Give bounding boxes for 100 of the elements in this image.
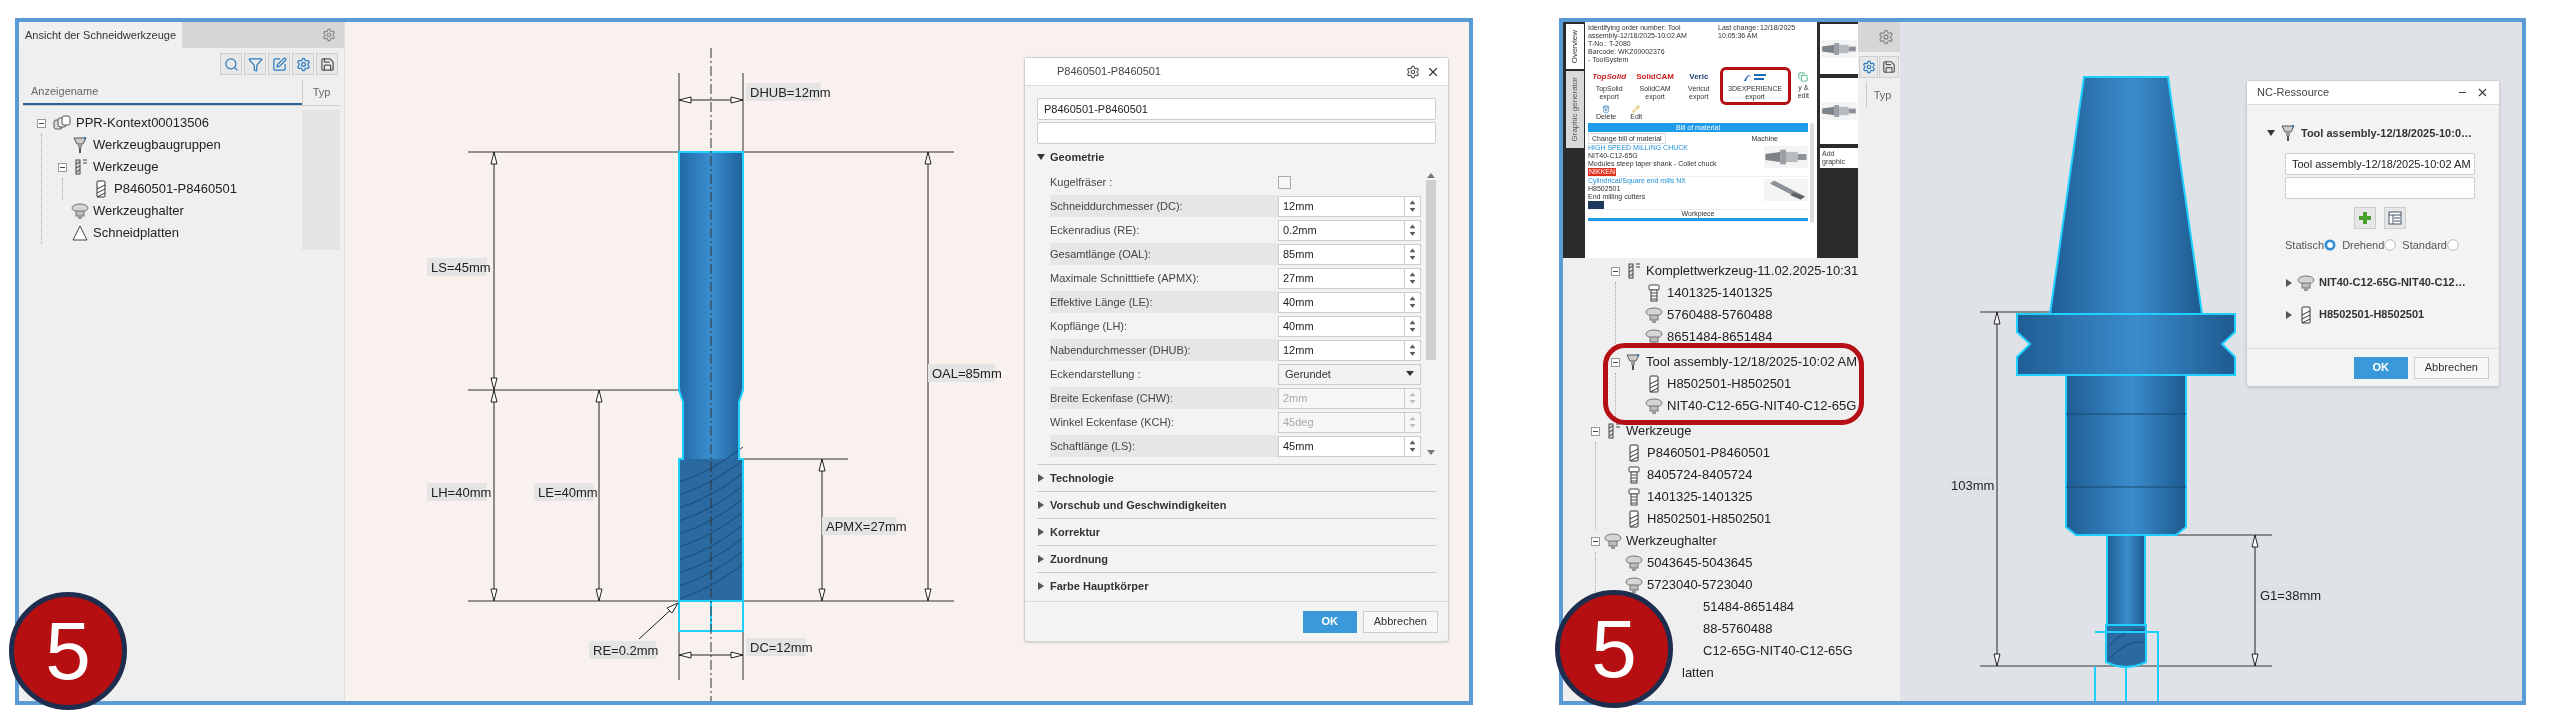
collapse-icon[interactable] [37, 118, 46, 128]
field-label: Effektive Länge (LE): [1050, 294, 1153, 310]
tree-item[interactable]: Werkzeuge [1626, 421, 1692, 441]
tree-item[interactable]: 1401325-1401325 [1647, 487, 1753, 507]
field-label: Kopflänge (LH): [1050, 318, 1128, 334]
tree-item[interactable]: Werkzeuge [93, 157, 159, 177]
column-header[interactable]: Typ [1866, 82, 1898, 108]
tree-item[interactable]: C12-65G-NIT40-C12-65G [1703, 641, 1853, 661]
column-header[interactable]: Anzeigename [23, 80, 302, 105]
description-field[interactable] [2285, 177, 2475, 199]
section-header[interactable]: Korrektur [1037, 519, 1101, 545]
caret-icon [1406, 371, 1414, 377]
cancel-button[interactable]: Abbrechen [1362, 610, 1438, 633]
settings-icon [1861, 60, 1876, 74]
name-field[interactable]: Tool assembly-12/18/2025-10:02 AM [2285, 153, 2475, 175]
edit-columns-button[interactable] [268, 53, 290, 75]
field-label: Winkel Eckenfase (KCH): [1050, 414, 1175, 430]
number-field[interactable]: 12mm [1278, 195, 1421, 217]
tree-item[interactable]: NIT40-C12-65G-NIT40-C12… [2319, 274, 2466, 291]
number-field[interactable]: 0.2mm [1278, 219, 1421, 241]
dimension-label: 103mm [1947, 476, 1995, 494]
tree-item[interactable]: Werkzeughalter [1626, 531, 1717, 551]
scrollbar[interactable] [1810, 123, 1814, 223]
tree-item[interactable]: 88-5760488 [1703, 619, 1773, 639]
number-field[interactable]: 27mm [1278, 267, 1421, 289]
field-label: Gesamtlänge (OAL): [1050, 246, 1151, 262]
section-header[interactable]: Zuordnung [1037, 546, 1109, 572]
tree-item[interactable]: latten [1682, 663, 1714, 683]
add-button[interactable] [2354, 207, 2376, 229]
tree-item[interactable]: NIT40-C12-65G-NIT40-C12-65G [1667, 396, 1857, 416]
number-field[interactable]: 40mm [1278, 315, 1421, 337]
tree-item[interactable]: 5043645-5043645 [1647, 553, 1753, 573]
panel-tab[interactable]: Ansicht der Schneidwerkzeuge [19, 22, 183, 48]
section-header[interactable]: Technologie [1037, 465, 1114, 491]
side-tab[interactable]: Graphic generator [1566, 71, 1584, 148]
name-field[interactable]: P8460501-P8460501 [1037, 98, 1436, 120]
tree-item[interactable]: Schneidplatten [93, 223, 179, 243]
holder-icon [1645, 397, 1663, 415]
tree-item[interactable]: Werkzeugbaugruppen [93, 135, 221, 155]
description-field[interactable] [1037, 122, 1436, 144]
collapse-icon[interactable] [1611, 266, 1620, 276]
tree-item[interactable]: Tool assembly-12/18/2025-10:02 AM [1646, 352, 1857, 372]
tree-item[interactable]: Werkzeughalter [93, 201, 184, 221]
tree-item[interactable]: 8405724-8405724 [1647, 465, 1753, 485]
radio-label: Statisch [2285, 238, 2325, 253]
dropdown[interactable]: Gerundet [1278, 363, 1421, 385]
number-field[interactable]: 85mm [1278, 243, 1421, 265]
radio-button[interactable] [2324, 239, 2337, 252]
collapse-icon[interactable] [58, 162, 67, 172]
side-tab[interactable]: Overview [1566, 24, 1584, 70]
holder-icon [1625, 576, 1643, 594]
tree-item[interactable]: P8460501-P8460501 [114, 179, 237, 199]
tree-item[interactable]: 51484-8651484 [1703, 597, 1795, 617]
caret-icon [1037, 555, 1045, 563]
number-field[interactable]: 40mm [1278, 291, 1421, 313]
tool-holder-icon [71, 136, 89, 154]
holder-icon [1645, 328, 1663, 346]
checkbox[interactable] [1278, 175, 1291, 189]
collapse-icon[interactable] [1591, 536, 1600, 546]
cancel-button[interactable]: Abbrechen [2413, 356, 2489, 379]
search-button[interactable] [220, 53, 242, 75]
settings-button[interactable] [292, 53, 314, 75]
save-button[interactable] [316, 53, 338, 75]
field-label: Eckenradius (RE): [1050, 222, 1140, 238]
number-field[interactable]: 45mm [1278, 435, 1421, 457]
holder-icon [1645, 306, 1663, 324]
tree-item[interactable]: Tool assembly-12/18/2025-10:0… [2301, 124, 2472, 142]
collapse-icon[interactable] [1591, 426, 1600, 436]
collapse-icon[interactable] [1611, 357, 1620, 367]
dimension-arrow [678, 651, 744, 659]
tree-item[interactable]: 5760488-5760488 [1667, 305, 1773, 325]
tree-item[interactable]: Komplettwerkzeug-11.02.2025-10:31 [1646, 261, 1859, 281]
section-header[interactable]: Vorschub und Geschwindigkeiten [1037, 492, 1227, 518]
copy-icon [1798, 72, 1809, 82]
radio-button[interactable] [2447, 239, 2459, 252]
caret-icon [1037, 582, 1045, 590]
number-field[interactable]: 12mm [1278, 339, 1421, 361]
close-icon[interactable] [2476, 86, 2489, 99]
section-header[interactable]: Farbe Hauptkörper [1037, 573, 1149, 599]
tree-item[interactable]: 1401325-1401325 [1667, 283, 1773, 303]
column-header[interactable]: Typ [302, 80, 340, 105]
field-label: Kugelfräser : [1050, 174, 1113, 190]
tree-item[interactable]: H8502501-H8502501 [1647, 509, 1772, 529]
logo: SolidCAM [1636, 71, 1674, 83]
tree-item[interactable]: H8502501-H8502501 [1667, 374, 1792, 394]
settings-icon[interactable] [1406, 64, 1420, 79]
filter-button[interactable] [244, 53, 266, 75]
dimension-label: APMX=27mm [822, 517, 907, 535]
radio-button[interactable] [2384, 239, 2397, 252]
tree-item[interactable]: P8460501-P8460501 [1647, 443, 1770, 463]
save-button[interactable] [1879, 56, 1899, 78]
settings-button[interactable] [1859, 56, 1878, 78]
tree-item[interactable]: 8651484-8651484 [1667, 327, 1773, 347]
tree-item[interactable]: H8502501-H8502501 [2319, 306, 2425, 323]
plus-icon [2358, 211, 2372, 225]
tree-item[interactable]: PPR-Kontext00013506 [76, 113, 209, 133]
section-header[interactable]: Geometrie [1037, 144, 1105, 170]
dimension-label: DHUB=12mm [746, 83, 831, 101]
list-button[interactable] [2384, 207, 2406, 229]
edit-columns-icon [271, 56, 287, 72]
